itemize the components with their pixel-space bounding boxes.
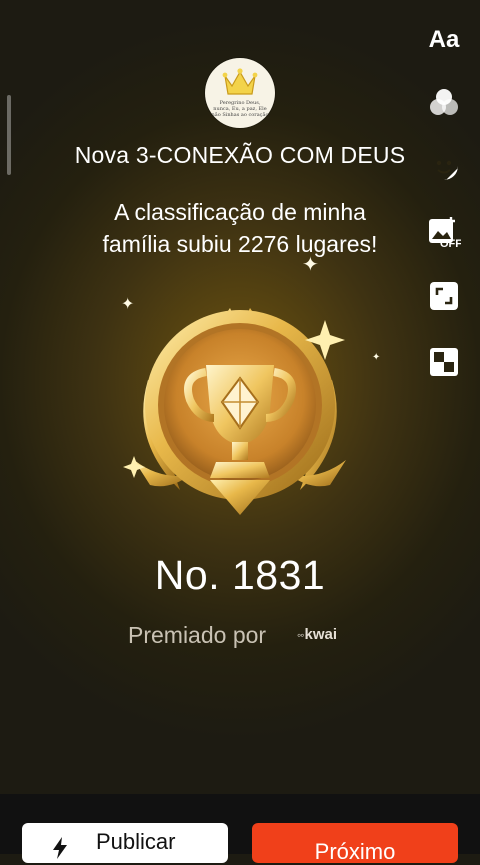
group-avatar: Peregrino Deus, nunca, Eu, a paz, Ele nã… [205, 58, 275, 128]
trophy-medal-icon [123, 308, 346, 515]
sparkle-icon: ✦ [372, 352, 381, 363]
kwai-mark-icon: ◦◦ [297, 628, 304, 642]
rank-number: No. 1831 [154, 552, 326, 598]
rank-headline: A classificação de minha família subiu 2… [40, 196, 440, 260]
mosaic-icon [430, 348, 458, 376]
crop-button[interactable] [418, 276, 470, 316]
kwai-logo-icon: ◦◦kwai [297, 626, 337, 643]
avatar-caption: Peregrino Deus, nunca, Eu, a paz, Ele nã… [211, 100, 269, 118]
crown-icon [222, 68, 258, 95]
kwai-brand: kwai [304, 626, 338, 643]
image-off-button[interactable]: OFF [418, 212, 470, 252]
sticker-button[interactable] [418, 146, 470, 186]
color-filter-icon [430, 89, 458, 115]
image-off-icon: OFF [429, 217, 461, 249]
next-button[interactable]: Próximo [252, 823, 458, 864]
headline-line-1: A classificação de minha [114, 199, 366, 225]
sticker-icon [430, 152, 458, 180]
publish-label: Publicar [96, 829, 176, 854]
awarded-by-label: Premiado por [128, 622, 267, 648]
image-off-badge: OFF [440, 238, 461, 249]
text-tool-button[interactable]: Aa [418, 20, 470, 60]
headline-line-2: família subiu 2276 lugares! [102, 231, 378, 257]
lightning-icon [53, 837, 67, 859]
mosaic-button[interactable] [418, 342, 470, 382]
group-name: Nova 3-CONEXÃO COM DEUS [74, 142, 406, 168]
crop-icon [430, 282, 458, 310]
color-filter-button[interactable] [418, 82, 470, 122]
publish-button[interactable]: Publicar [22, 823, 228, 863]
sparkle-icon: ✦ [302, 254, 319, 276]
